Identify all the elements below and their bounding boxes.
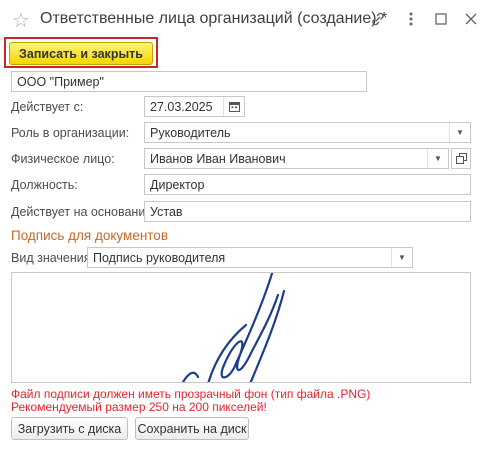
role-select[interactable]: Руководитель ▼ (144, 122, 471, 143)
active-from-field[interactable]: 27.03.2025 (144, 96, 245, 117)
basis-field[interactable]: Устав (144, 201, 471, 222)
organization-value: ООО "Пример" (17, 74, 104, 89)
signature-image-box[interactable] (11, 272, 471, 383)
favorite-star-icon[interactable]: ☆ (12, 8, 30, 33)
open-copy-icon (455, 153, 467, 164)
value-kind-select[interactable]: Подпись руководителя ▼ (87, 247, 413, 268)
basis-label: Действует на основании: (11, 205, 156, 219)
person-field[interactable]: Иванов Иван Иванович ▼ (144, 148, 449, 169)
active-from-value: 27.03.2025 (150, 99, 213, 114)
role-dropdown-icon[interactable]: ▼ (449, 123, 470, 142)
window-title: Ответственные лица организаций (создание… (40, 10, 388, 27)
value-kind-label: Вид значения: (11, 251, 94, 265)
role-value: Руководитель (150, 125, 231, 140)
value-kind-dropdown-icon[interactable]: ▼ (391, 248, 412, 267)
link-icon[interactable] (365, 6, 391, 32)
close-icon[interactable] (458, 6, 484, 32)
position-value: Директор (150, 177, 205, 192)
save-and-close-button[interactable]: Записать и закрыть (9, 42, 153, 65)
person-dropdown-icon[interactable]: ▼ (427, 149, 448, 168)
basis-value: Устав (150, 204, 183, 219)
active-from-label: Действует с: (11, 100, 84, 114)
open-person-button[interactable] (451, 148, 471, 169)
position-label: Должность: (11, 178, 78, 192)
signature-image (181, 273, 286, 382)
signature-section-title: Подпись для документов (11, 228, 168, 243)
role-label: Роль в организации: (11, 126, 130, 140)
organization-field[interactable]: ООО "Пример" (11, 71, 367, 92)
warning-line-2: Рекомендуемый размер 250 на 200 пикселей… (11, 400, 267, 414)
save-to-disk-button[interactable]: Сохранить на диск (135, 417, 249, 440)
maximize-icon[interactable] (428, 6, 454, 32)
person-label: Физическое лицо: (11, 152, 115, 166)
person-value: Иванов Иван Иванович (150, 151, 286, 166)
upload-from-disk-button[interactable]: Загрузить с диска (11, 417, 128, 440)
warning-line-1: Файл подписи должен иметь прозрачный фон… (11, 387, 371, 401)
calendar-icon[interactable] (223, 97, 244, 116)
save-close-highlight: Записать и закрыть (4, 37, 158, 68)
more-vertical-icon[interactable] (398, 6, 424, 32)
value-kind-value: Подпись руководителя (93, 250, 226, 265)
position-field[interactable]: Директор (144, 174, 471, 195)
